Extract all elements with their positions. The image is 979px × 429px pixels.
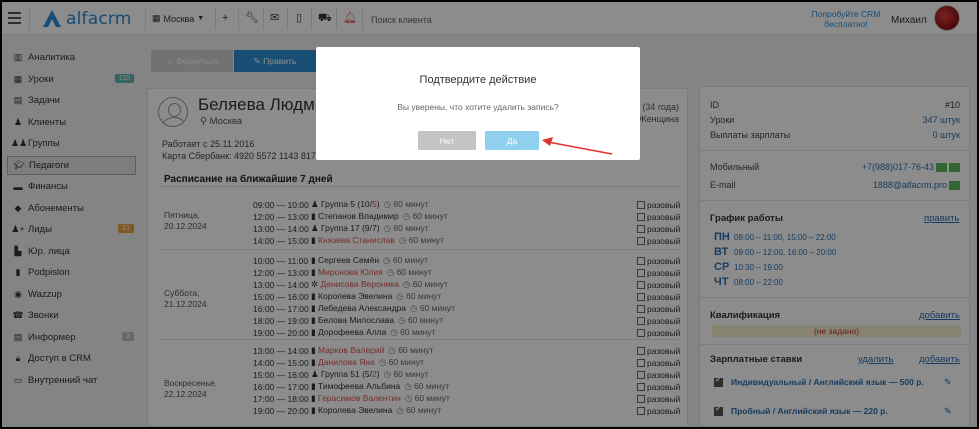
- yes-button[interactable]: Да: [485, 131, 539, 150]
- app-window: alfacrm ▦ Москва ▼ + 🔧︎ ✉ ▯ ⛟ 🔔︎ Поиск к…: [2, 2, 977, 427]
- dialog-message: Вы уверены, что хотите удалить запись?: [397, 102, 559, 112]
- annotation-arrow-icon: [542, 137, 613, 155]
- dialog-title: Подтвердите действие: [419, 74, 537, 86]
- no-button[interactable]: Нет: [418, 131, 476, 150]
